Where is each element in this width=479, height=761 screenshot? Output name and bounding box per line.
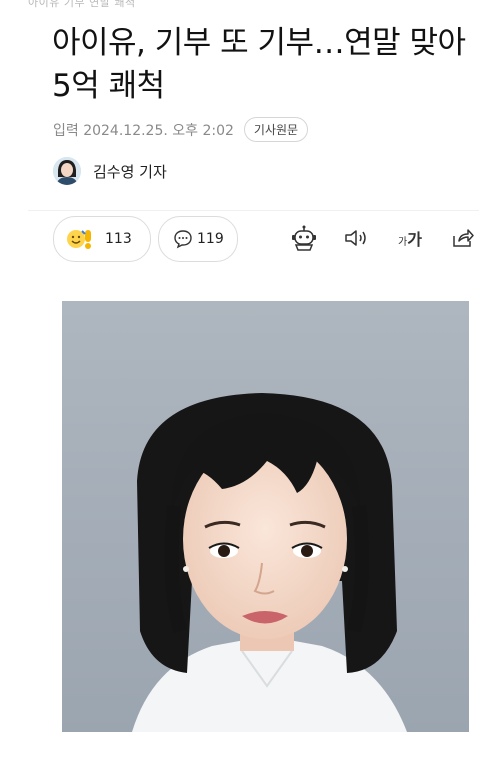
article-meta: 입력 2024.12.25. 오후 2:02 기사원문 [53,117,309,142]
listen-audio-button[interactable] [340,222,372,254]
robot-summary-icon [290,224,318,252]
font-size-icon: 가 가 [398,226,422,250]
byline[interactable]: 김수영 기자 [53,157,167,185]
font-size-button[interactable]: 가 가 [392,222,428,254]
top-faded-text: 아이유 기부 연말 쾌척 [28,0,136,9]
share-button[interactable] [447,222,479,254]
share-icon [451,227,475,249]
comment-count: 119 [197,231,224,247]
reporter-avatar[interactable] [53,157,81,185]
reaction-count: 113 [105,231,132,247]
reaction-emoji-icon [65,227,99,251]
article-headline: 아이유, 기부 또 기부…연말 맞아 5억 쾌척 [52,25,466,104]
summary-bot-button[interactable] [288,222,320,254]
reporter-name: 김수영 기자 [93,162,167,181]
font-size-small-label: 가 [398,237,408,248]
speaker-icon [343,227,369,249]
portrait-illustration [62,301,469,732]
font-size-large-label: 가 [407,230,422,249]
section-divider [28,210,479,211]
publish-date: 입력 2024.12.25. 오후 2:02 [53,122,234,139]
original-article-button[interactable]: 기사원문 [243,117,309,142]
reaction-button[interactable]: 113 [53,216,151,262]
article-photo [62,301,469,732]
comment-bubble-icon [173,229,193,249]
comment-button[interactable]: 119 [158,216,238,262]
